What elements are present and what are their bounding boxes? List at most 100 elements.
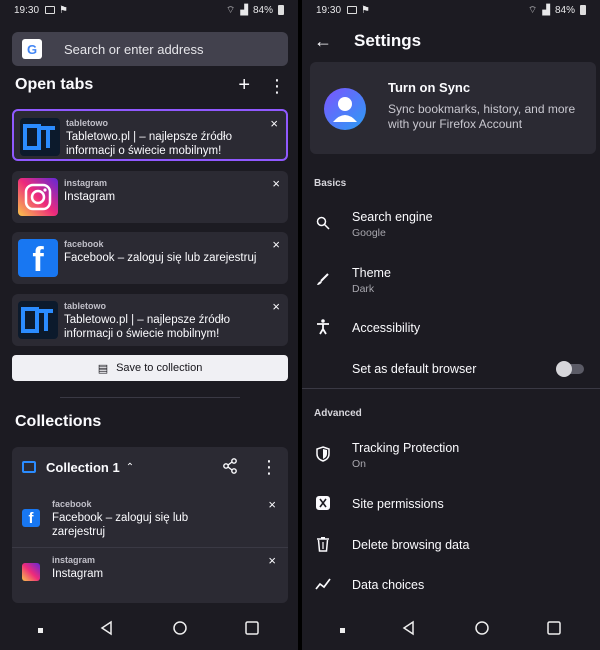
site-permissions-icon bbox=[314, 494, 332, 512]
data-choices-label: Data choices bbox=[352, 578, 425, 592]
battery-icon bbox=[580, 5, 586, 15]
save-to-collection-label: Save to collection bbox=[116, 362, 203, 374]
share-icon[interactable] bbox=[222, 457, 238, 477]
remove-item-icon[interactable]: × bbox=[268, 553, 276, 568]
tab-site: facebook bbox=[64, 239, 104, 249]
google-icon: G bbox=[22, 39, 42, 59]
close-tab-icon[interactable]: × bbox=[272, 299, 280, 314]
tabletowo-logo-icon bbox=[20, 118, 60, 156]
tab-card[interactable]: tabletowo Tabletowo.pl | – najlepsze źró… bbox=[12, 109, 288, 161]
data-choices-row[interactable]: Data choices bbox=[302, 572, 600, 612]
trash-icon bbox=[314, 535, 332, 553]
collection-item-site: instagram bbox=[52, 555, 96, 565]
collection-menu-icon[interactable]: ⋮ bbox=[260, 458, 278, 476]
basics-category: Basics bbox=[314, 178, 347, 189]
nav-dot-icon bbox=[38, 627, 44, 633]
page-title: Settings bbox=[354, 31, 422, 50]
section-divider bbox=[60, 397, 240, 398]
search-engine-row[interactable]: Search engine Google bbox=[302, 204, 600, 244]
collection-name: Collection 1 bbox=[46, 459, 120, 475]
tab-site: tabletowo bbox=[66, 118, 108, 128]
collections-title: Collections bbox=[15, 413, 102, 430]
tabs-tray-screen: 19:30 ⚑ ⌔ ▟ 84% G Search or enter addres… bbox=[0, 0, 298, 650]
sync-card[interactable]: Turn on Sync Sync bookmarks, history, an… bbox=[310, 62, 596, 154]
tab-card[interactable]: f facebook Facebook – zaloguj się lub za… bbox=[12, 232, 288, 284]
recents-nav-icon[interactable] bbox=[244, 620, 260, 641]
status-time: 19:30 bbox=[14, 4, 40, 16]
back-arrow-icon[interactable]: ← bbox=[314, 31, 344, 52]
wifi-icon: ⌔ bbox=[527, 4, 538, 16]
shield-icon bbox=[314, 445, 332, 463]
flag-icon: ⚑ bbox=[59, 4, 68, 16]
back-nav-icon[interactable] bbox=[99, 620, 115, 641]
home-nav-icon[interactable] bbox=[474, 620, 490, 641]
nav-dot-icon bbox=[340, 627, 346, 633]
delete-browsing-data-label: Delete browsing data bbox=[352, 538, 470, 552]
status-time: 19:30 bbox=[316, 4, 342, 16]
more-menu-icon[interactable]: ⋮ bbox=[268, 77, 286, 95]
tab-title: Facebook – zaloguj się lub zarejestruj bbox=[64, 252, 257, 264]
settings-screen: 19:30 ⚑ ⌔ ▟ 84% ← Settings Turn on Sync … bbox=[302, 0, 600, 650]
recents-nav-icon[interactable] bbox=[546, 620, 562, 641]
android-nav-bar bbox=[0, 610, 298, 650]
sync-heading: Turn on Sync bbox=[388, 80, 471, 95]
status-bar: 19:30 ⚑ ⌔ ▟ 84% bbox=[0, 0, 298, 20]
save-to-collection-button[interactable]: ▤ Save to collection bbox=[12, 355, 288, 381]
default-browser-row[interactable]: Set as default browser bbox=[302, 357, 600, 397]
search-engine-value: Google bbox=[352, 227, 386, 239]
collection-item[interactable]: instagram Instagram × bbox=[12, 553, 288, 593]
toggle-knob bbox=[556, 361, 572, 377]
theme-row[interactable]: Theme Dark bbox=[302, 260, 600, 300]
add-tab-icon[interactable]: + bbox=[238, 74, 250, 97]
collection-folder-icon bbox=[22, 461, 36, 473]
collection-card: Collection 1 ⌃ ⋮ f facebook Facebook – z… bbox=[12, 447, 288, 603]
accessibility-label: Accessibility bbox=[352, 321, 421, 335]
tracking-protection-label: Tracking Protection bbox=[352, 441, 460, 455]
tab-card[interactable]: instagram Instagram × bbox=[12, 171, 288, 223]
signal-icon: ▟ bbox=[542, 4, 550, 16]
delete-browsing-data-row[interactable]: Delete browsing data bbox=[302, 532, 600, 572]
instagram-favicon-icon bbox=[22, 563, 40, 581]
home-nav-icon[interactable] bbox=[172, 620, 188, 641]
instagram-logo-icon bbox=[18, 178, 58, 216]
chevron-up-icon[interactable]: ⌃ bbox=[126, 462, 134, 473]
collection-icon: ▤ bbox=[97, 362, 109, 375]
collection-item[interactable]: f facebook Facebook – zaloguj się lub za… bbox=[12, 495, 288, 547]
tab-site: instagram bbox=[64, 178, 108, 188]
site-permissions-row[interactable]: Site permissions bbox=[302, 491, 600, 531]
default-browser-toggle[interactable] bbox=[556, 361, 584, 377]
tracking-protection-row[interactable]: Tracking Protection On bbox=[302, 435, 600, 475]
tab-card[interactable]: tabletowo Tabletowo.pl | – najlepsze źró… bbox=[12, 294, 288, 346]
notification-icon bbox=[45, 6, 56, 14]
close-tab-icon[interactable]: × bbox=[272, 237, 280, 252]
theme-label: Theme bbox=[352, 266, 391, 280]
battery-level: 84% bbox=[554, 4, 575, 16]
collection-item-title: Facebook – zaloguj się lub zarejestruj bbox=[52, 512, 189, 538]
accessibility-icon bbox=[314, 318, 332, 336]
tab-title: Instagram bbox=[64, 191, 116, 203]
tabletowo-logo-icon bbox=[18, 301, 58, 339]
close-tab-icon[interactable]: × bbox=[270, 116, 278, 131]
battery-level: 84% bbox=[252, 4, 273, 16]
chart-line-icon bbox=[314, 575, 332, 593]
close-tab-icon[interactable]: × bbox=[272, 176, 280, 191]
facebook-favicon-icon: f bbox=[22, 509, 40, 527]
collection-item-title: Instagram bbox=[52, 568, 104, 580]
site-permissions-label: Site permissions bbox=[352, 497, 444, 511]
default-browser-label: Set as default browser bbox=[352, 362, 477, 376]
notification-icon bbox=[347, 6, 358, 14]
back-nav-icon[interactable] bbox=[401, 620, 417, 641]
tab-title: Tabletowo.pl | – najlepsze źródło inform… bbox=[64, 314, 231, 340]
tracking-protection-value: On bbox=[352, 458, 367, 470]
sync-description: Sync bookmarks, history, and more with y… bbox=[388, 102, 576, 131]
flag-icon: ⚑ bbox=[361, 4, 370, 16]
accessibility-row[interactable]: Accessibility bbox=[302, 316, 600, 356]
avatar-icon bbox=[324, 88, 366, 130]
settings-toolbar: ← Settings bbox=[302, 20, 600, 62]
collection-item-site: facebook bbox=[52, 499, 92, 509]
remove-item-icon[interactable]: × bbox=[268, 497, 276, 512]
address-bar[interactable]: G Search or enter address bbox=[12, 32, 288, 66]
address-placeholder: Search or enter address bbox=[64, 41, 204, 57]
search-icon bbox=[314, 214, 332, 232]
collection-header[interactable]: Collection 1 ⌃ ⋮ bbox=[12, 447, 288, 487]
